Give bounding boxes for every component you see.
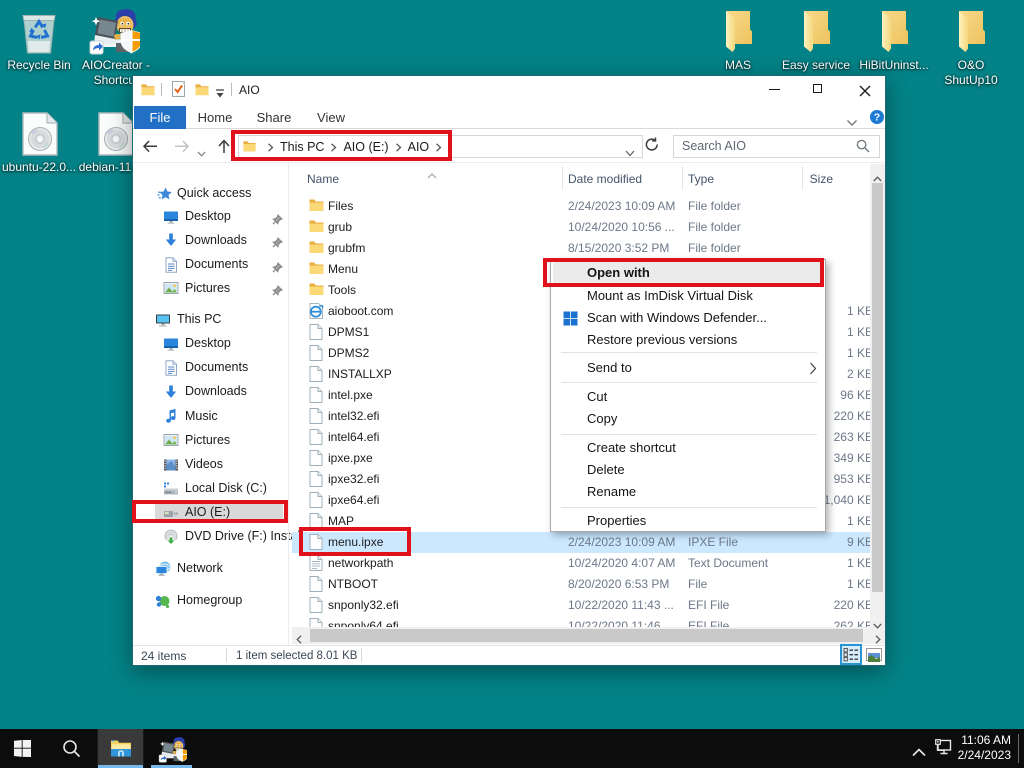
svg-text:?: ? (874, 112, 880, 124)
